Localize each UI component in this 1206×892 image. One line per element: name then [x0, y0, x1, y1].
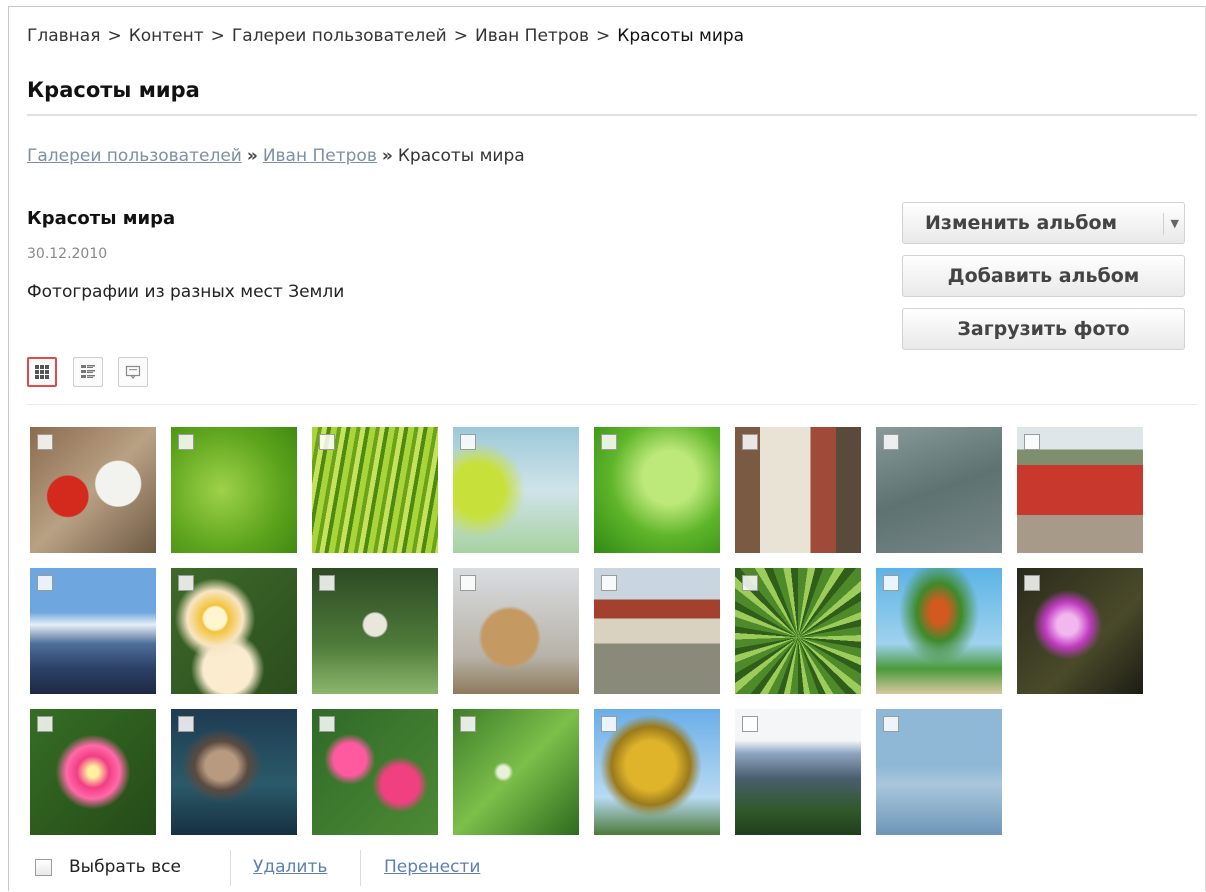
- photo-checkbox[interactable]: [460, 434, 476, 450]
- photo-thumbnail[interactable]: [312, 709, 438, 835]
- admin-breadcrumb: Главная > Контент > Галереи пользователей > Ив…: [27, 26, 744, 46]
- album-date: 30.12.2010: [27, 246, 108, 262]
- photo-checkbox[interactable]: [319, 716, 335, 732]
- album-description: Фотографии из разных мест Земли: [27, 282, 345, 302]
- photo-checkbox[interactable]: [601, 575, 617, 591]
- photo-checkbox[interactable]: [1024, 575, 1040, 591]
- photo-thumbnail[interactable]: [876, 709, 1002, 835]
- photo-thumbnail[interactable]: [30, 427, 156, 553]
- photo-thumbnail[interactable]: [312, 568, 438, 694]
- photo-thumbnail[interactable]: [30, 568, 156, 694]
- photo-thumbnail[interactable]: [594, 568, 720, 694]
- gallery-breadcrumb: Галереи пользователей» Иван Петров» Красот…: [27, 146, 525, 166]
- breadcrumb-separator: >: [453, 26, 468, 46]
- photo-checkbox[interactable]: [178, 716, 194, 732]
- edit-album-label: Изменить альбом: [925, 212, 1118, 234]
- detail-view-icon: [125, 365, 141, 379]
- photo-thumbnail[interactable]: [453, 709, 579, 835]
- breadcrumb-separator: »: [381, 146, 393, 166]
- photo-checkbox[interactable]: [601, 716, 617, 732]
- breadcrumb-current: Красоты мира: [617, 26, 745, 46]
- photo-thumbnail[interactable]: [876, 568, 1002, 694]
- edit-album-button[interactable]: Изменить альбом ▼: [902, 202, 1185, 244]
- photo-thumbnail[interactable]: [735, 568, 861, 694]
- photo-thumbnail[interactable]: [594, 427, 720, 553]
- add-album-button[interactable]: Добавить альбом: [902, 255, 1185, 297]
- bulk-actions-bar: Выбрать все Удалить Перенести: [27, 846, 627, 886]
- breadcrumb-user[interactable]: Иван Петров: [475, 26, 589, 46]
- photo-checkbox[interactable]: [178, 434, 194, 450]
- breadcrumb-content[interactable]: Контент: [129, 26, 204, 46]
- photo-thumbnail[interactable]: [453, 427, 579, 553]
- photo-thumbnail[interactable]: [171, 709, 297, 835]
- photo-thumbnail[interactable]: [876, 427, 1002, 553]
- gallery-link-user[interactable]: Иван Петров: [263, 146, 377, 166]
- detail-view-button[interactable]: [118, 357, 148, 387]
- photo-thumbnail[interactable]: [1017, 568, 1143, 694]
- photo-checkbox[interactable]: [742, 716, 758, 732]
- photo-checkbox[interactable]: [601, 434, 617, 450]
- photo-thumbnail[interactable]: [735, 709, 861, 835]
- photo-checkbox[interactable]: [460, 716, 476, 732]
- grid-view-button[interactable]: [27, 357, 57, 387]
- photo-thumbnail[interactable]: [735, 427, 861, 553]
- photo-checkbox[interactable]: [883, 716, 899, 732]
- gallery-breadcrumb-current: Красоты мира: [397, 146, 525, 166]
- photo-checkbox[interactable]: [178, 575, 194, 591]
- grid-divider: [27, 404, 1197, 405]
- breadcrumb-separator: »: [246, 146, 258, 166]
- select-all-checkbox[interactable]: [35, 859, 52, 876]
- photo-thumbnail[interactable]: [312, 427, 438, 553]
- delete-link[interactable]: Удалить: [253, 857, 327, 877]
- photo-checkbox[interactable]: [319, 434, 335, 450]
- photo-thumbnail[interactable]: [30, 709, 156, 835]
- breadcrumb-separator: >: [596, 26, 611, 46]
- photo-checkbox[interactable]: [883, 434, 899, 450]
- breadcrumb-home[interactable]: Главная: [27, 26, 100, 46]
- photo-thumbnail[interactable]: [594, 709, 720, 835]
- breadcrumb-separator: >: [210, 26, 225, 46]
- photo-checkbox[interactable]: [742, 434, 758, 450]
- breadcrumb-separator: >: [107, 26, 122, 46]
- photo-thumbnail[interactable]: [171, 568, 297, 694]
- action-separator: [230, 850, 231, 886]
- chevron-down-icon[interactable]: ▼: [1171, 217, 1179, 230]
- grid-view-icon: [35, 365, 49, 379]
- select-all-label[interactable]: Выбрать все: [69, 857, 181, 877]
- photo-checkbox[interactable]: [1024, 434, 1040, 450]
- move-link[interactable]: Перенести: [384, 857, 480, 877]
- list-view-button[interactable]: [73, 357, 103, 387]
- gallery-link-user-galleries[interactable]: Галереи пользователей: [27, 146, 242, 166]
- upload-photo-button[interactable]: Загрузить фото: [902, 308, 1185, 350]
- list-view-icon: [81, 365, 95, 378]
- photo-thumbnail[interactable]: [1017, 427, 1143, 553]
- photo-checkbox[interactable]: [319, 575, 335, 591]
- button-divider: [1163, 213, 1164, 235]
- breadcrumb-user-galleries[interactable]: Галереи пользователей: [232, 26, 447, 46]
- album-name: Красоты мира: [27, 208, 176, 229]
- action-separator: [360, 850, 361, 886]
- photo-checkbox[interactable]: [460, 575, 476, 591]
- title-divider: [27, 114, 1197, 116]
- photo-thumbnail[interactable]: [453, 568, 579, 694]
- photo-thumbnail[interactable]: [171, 427, 297, 553]
- photo-checkbox[interactable]: [742, 575, 758, 591]
- photo-checkbox[interactable]: [883, 575, 899, 591]
- photo-checkbox[interactable]: [37, 575, 53, 591]
- photo-checkbox[interactable]: [37, 716, 53, 732]
- page-title: Красоты мира: [27, 78, 200, 102]
- photo-checkbox[interactable]: [37, 434, 53, 450]
